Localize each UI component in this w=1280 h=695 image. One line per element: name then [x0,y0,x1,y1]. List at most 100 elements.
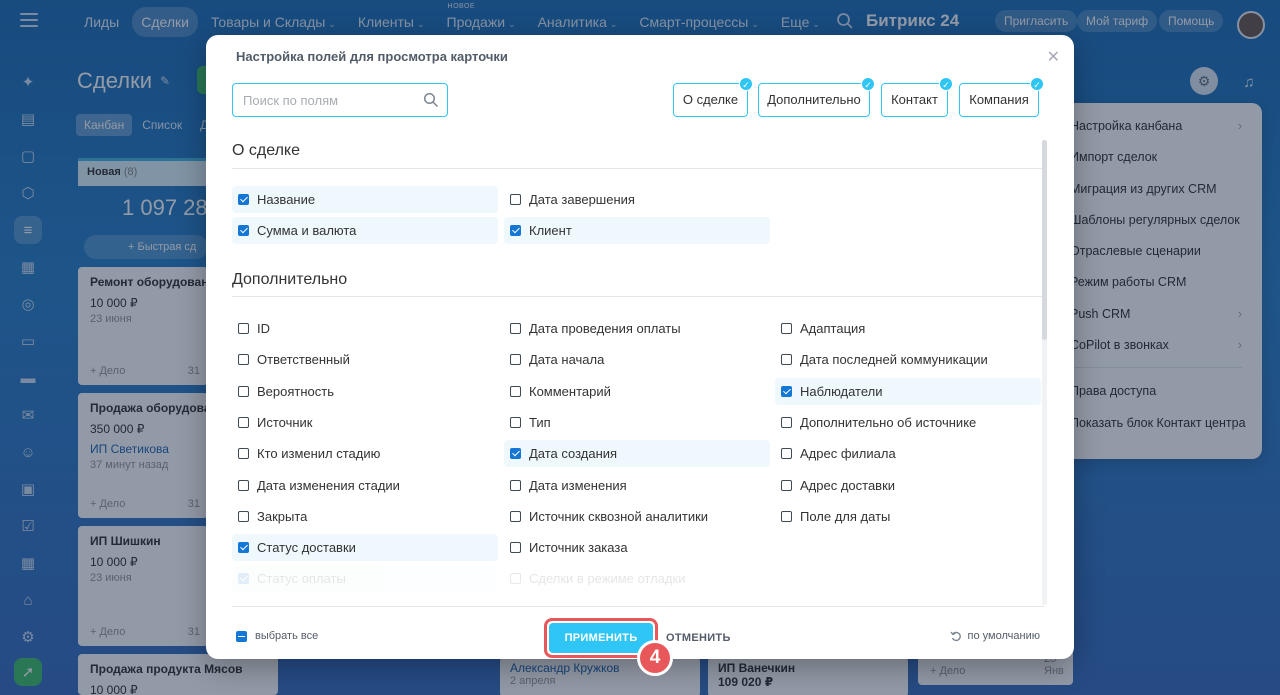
field-option[interactable]: Закрыта [232,503,498,530]
checkbox[interactable] [238,194,249,205]
field-label: Закрыта [257,508,308,524]
field-option[interactable]: Дополнительно об источнике [775,409,1041,436]
field-settings-dialog: Настройка полей для просмотра карточки ✕… [206,35,1074,659]
field-option[interactable]: Клиент [504,217,770,244]
field-label: Дополнительно об источнике [800,414,977,430]
scrollbar-thumb[interactable] [1042,140,1047,340]
checkbox[interactable] [781,448,792,460]
filter-tag-company[interactable]: Компания ✓ [959,77,1044,117]
field-option[interactable]: Комментарий [504,378,770,405]
field-label: ID [257,321,270,336]
checkbox[interactable] [781,385,792,397]
field-label: Вероятность [257,383,334,399]
checkbox[interactable] [510,573,521,585]
check-icon: ✓ [939,77,953,91]
field-label: Дата создания [529,446,618,462]
checkbox[interactable] [238,510,249,522]
apply-button[interactable]: ПРИМЕНИТЬ [549,623,653,653]
field-option[interactable]: Адаптация [775,315,1041,342]
field-option[interactable]: Источник заказа [504,534,770,561]
field-option[interactable]: Кто изменил стадию [232,440,498,467]
checkbox[interactable] [238,448,249,460]
check-icon: ✓ [861,77,875,91]
checkbox[interactable] [781,354,792,366]
checkbox[interactable] [781,510,792,522]
field-option[interactable]: ID [232,315,498,342]
checkbox[interactable] [510,542,521,554]
close-icon[interactable]: ✕ [1047,47,1060,67]
field-label: Поле для даты [800,508,891,524]
field-label: Адаптация [800,321,866,336]
checkbox[interactable] [238,542,249,554]
field-label: Сделки в режиме отладки [529,571,686,587]
field-option[interactable]: Источник сквозной аналитики [504,503,770,530]
field-option[interactable]: Дата проведения оплаты [504,315,770,342]
field-label: Адрес доставки [800,477,896,493]
dialog-scrollbar[interactable] [1042,140,1047,605]
field-option[interactable]: Источник [232,409,498,436]
field-label: Клиент [529,223,572,238]
checkbox[interactable] [510,194,521,205]
field-option[interactable]: Сделки в режиме отладки [504,565,770,592]
field-option[interactable]: Дата изменения [504,472,770,499]
checkbox[interactable] [510,225,521,236]
check-icon: ✓ [739,77,753,91]
checkbox[interactable] [510,510,521,522]
field-option[interactable]: Ответственный [232,346,498,373]
cancel-button[interactable]: ОТМЕНИТЬ [666,632,731,644]
field-label: Источник заказа [529,540,628,556]
field-option[interactable]: Дата начала [504,346,770,373]
checkbox[interactable] [781,323,792,334]
field-option[interactable]: Адрес филиала [775,440,1041,467]
field-search-input[interactable] [233,84,403,116]
field-option[interactable]: Дата создания [504,440,770,468]
field-label: Дата завершения [529,192,635,207]
field-label: Наблюдатели [800,383,883,399]
field-label: Дата изменения [529,477,627,493]
checkbox[interactable] [238,354,249,366]
select-all-checkbox[interactable]: выбрать все [236,630,318,642]
filter-tag-deal[interactable]: О сделке ✓ [673,77,753,117]
field-label: Тип [529,414,551,430]
undo-icon [950,631,961,642]
checkbox[interactable] [238,385,249,397]
field-label: Дата последней коммуникации [800,352,988,368]
field-label: Дата проведения оплаты [529,321,681,336]
checkbox[interactable] [510,479,521,491]
field-option[interactable]: Адрес доставки [775,472,1041,499]
filter-tag-additional[interactable]: Дополнительно ✓ [758,77,875,117]
checkbox[interactable] [510,416,521,428]
checkbox[interactable] [238,416,249,428]
checkbox[interactable] [510,323,521,334]
field-label: Кто изменил стадию [257,446,381,462]
field-option[interactable]: Статус доставки [232,534,498,562]
field-option[interactable]: Тип [504,409,770,436]
dialog-title: Настройка полей для просмотра карточки [236,49,508,64]
field-option[interactable]: Дата завершения [504,186,770,213]
checkbox[interactable] [238,479,249,491]
checkbox[interactable] [510,354,521,366]
field-option[interactable]: Вероятность [232,378,498,405]
checkbox[interactable] [781,479,792,491]
checkbox[interactable] [781,416,792,428]
field-option[interactable]: Сумма и валюта [232,217,498,244]
checkbox[interactable] [238,573,249,585]
field-option[interactable]: Статус оплаты [232,565,498,593]
checkbox[interactable] [510,385,521,397]
checkbox[interactable] [238,225,249,236]
field-search [232,83,448,117]
field-option[interactable]: Дата последней коммуникации [775,346,1041,373]
field-option[interactable]: Поле для даты [775,503,1041,530]
partial-check-icon [236,630,247,642]
field-option[interactable]: Наблюдатели [775,377,1041,405]
field-label: Ответственный [257,352,350,368]
field-option[interactable]: Дата изменения стадии [232,472,498,499]
filter-tag-contact[interactable]: Контакт ✓ [881,77,953,117]
checkbox[interactable] [510,448,521,460]
field-label: Источник сквозной аналитики [529,508,709,524]
check-icon: ✓ [1030,77,1044,91]
checkbox[interactable] [238,323,249,334]
field-option[interactable]: Название [232,186,498,213]
search-icon[interactable] [423,92,439,108]
reset-default-button[interactable]: по умолчанию [950,630,1040,642]
